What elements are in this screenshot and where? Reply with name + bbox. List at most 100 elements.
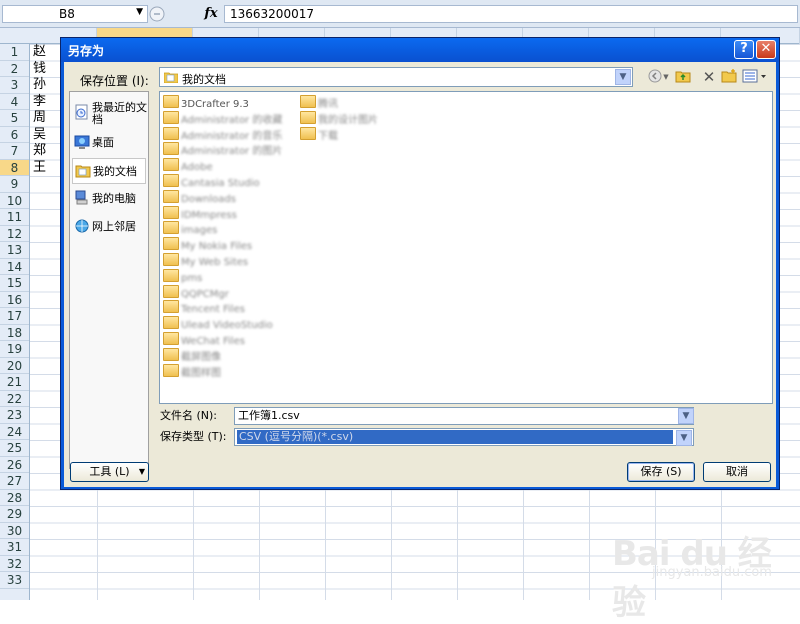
place-item[interactable]: 网上邻居 (72, 214, 146, 240)
row-header[interactable]: 11 (0, 209, 29, 226)
tools-button[interactable]: 工具 (L) ▼ (70, 462, 149, 482)
row-header[interactable]: 6 (0, 127, 29, 143)
folder-item[interactable]: My Web Sites (163, 253, 248, 268)
cell-a[interactable]: 周 (33, 110, 46, 126)
folder-item[interactable]: My Nokia Files (163, 237, 252, 252)
folder-item[interactable]: Adobe (163, 158, 213, 173)
name-box[interactable]: B8 ▼ (2, 5, 148, 23)
cell-a[interactable]: 赵 (33, 44, 46, 60)
row-header[interactable]: 1 (0, 44, 29, 61)
row-header[interactable]: 24 (0, 424, 29, 440)
folder-item[interactable]: 下载 (300, 126, 338, 142)
delete-icon[interactable]: ✕ (700, 68, 718, 86)
formula-input[interactable]: 13663200017 (224, 5, 798, 23)
row-header[interactable]: 27 (0, 473, 29, 490)
filetype-dropdown[interactable]: CSV (逗号分隔)(*.csv) ▼ (234, 428, 694, 446)
row-header[interactable]: 29 (0, 506, 29, 523)
row-header[interactable]: 15 (0, 275, 29, 292)
chevron-down-icon[interactable]: ▼ (615, 69, 631, 85)
folder-item[interactable]: Administrator 的音乐 (163, 126, 282, 142)
dropdown-arrow-icon[interactable]: ▼ (662, 68, 670, 86)
row-header[interactable]: 14 (0, 259, 29, 275)
cell-a[interactable]: 郑 (33, 143, 46, 159)
save-button[interactable]: 保存 (S) (627, 462, 695, 482)
cell-a[interactable]: 钱 (33, 61, 46, 77)
folder-name: Ulead VideoStudio (181, 320, 273, 332)
row-header[interactable]: 3 (0, 77, 29, 94)
folder-icon (163, 316, 179, 330)
folder-icon (163, 363, 179, 377)
folder-item[interactable]: pms (163, 268, 202, 284)
row-header[interactable]: 8 (0, 159, 29, 176)
views-menu-icon[interactable] (742, 68, 768, 86)
folder-item[interactable]: 截图样图 (163, 363, 221, 379)
up-folder-icon[interactable] (674, 68, 692, 86)
place-label: 我的文档 (93, 165, 137, 178)
folder-item[interactable]: Downloads (163, 189, 236, 205)
chevron-down-icon[interactable]: ▼ (676, 430, 692, 446)
row-header[interactable]: 30 (0, 523, 29, 539)
folder-name: Adobe (181, 162, 213, 174)
place-label: 我的电脑 (92, 192, 136, 205)
row-header[interactable]: 31 (0, 539, 29, 556)
row-header[interactable]: 9 (0, 176, 29, 193)
place-item[interactable]: 我的电脑 (72, 186, 146, 212)
place-item[interactable]: 桌面 (72, 130, 146, 156)
row-header[interactable]: 2 (0, 61, 29, 77)
row-header[interactable]: 17 (0, 308, 29, 325)
folder-item[interactable]: 腾讯 (300, 95, 338, 110)
chevron-down-icon[interactable]: ▼ (136, 7, 143, 17)
cell-a[interactable]: 吴 (33, 127, 46, 143)
row-header[interactable]: 12 (0, 226, 29, 242)
row-header[interactable]: 33 (0, 572, 29, 589)
row-header[interactable]: 13 (0, 242, 29, 259)
row-header[interactable]: 7 (0, 143, 29, 160)
row-header[interactable]: 26 (0, 457, 29, 473)
file-list[interactable]: 3DCrafter 9.3 Administrator 的收藏 Administra… (159, 91, 773, 404)
row-header[interactable]: 21 (0, 374, 29, 391)
save-in-dropdown[interactable]: 我的文档 ▼ (159, 67, 633, 87)
row-header[interactable]: 25 (0, 440, 29, 457)
new-folder-icon[interactable] (720, 68, 738, 86)
dialog-title-bar[interactable]: 另存为 ? ✕ (61, 38, 779, 62)
row-header[interactable]: 19 (0, 341, 29, 358)
folder-item[interactable]: images (163, 221, 217, 236)
row-header[interactable]: 23 (0, 407, 29, 424)
row-header[interactable]: 20 (0, 358, 29, 374)
folder-item[interactable]: IDMmpress (163, 205, 237, 221)
cell-a[interactable]: 孙 (33, 77, 46, 93)
folder-item[interactable]: Administrator 的图片 (163, 142, 282, 157)
folder-item[interactable]: 截屏图像 (163, 347, 221, 363)
folder-icon (163, 189, 179, 203)
cell-a[interactable]: 王 (33, 160, 46, 176)
insert-function-icon[interactable]: fx (200, 4, 222, 24)
folder-item[interactable]: Tencent Files (163, 300, 245, 315)
filename-input[interactable]: 工作簿1.csv (234, 407, 694, 425)
row-header[interactable]: 5 (0, 110, 29, 127)
row-header[interactable]: 4 (0, 94, 29, 110)
cancel-formula-icon[interactable] (148, 5, 166, 23)
cancel-button[interactable]: 取消 (703, 462, 771, 482)
folder-name: IDMmpress (181, 209, 237, 221)
folder-item[interactable]: QQPCMgr (163, 284, 229, 300)
row-header[interactable]: 32 (0, 556, 29, 572)
place-item[interactable]: 我的文档 (72, 158, 146, 184)
folder-item[interactable]: 3DCrafter 9.3 (163, 95, 249, 110)
chevron-down-icon[interactable]: ▼ (678, 408, 694, 424)
folder-item[interactable]: Administrator 的收藏 (163, 110, 282, 126)
row-header[interactable]: 28 (0, 490, 29, 506)
folder-item[interactable]: Cantasia Studio (163, 174, 260, 189)
place-item[interactable]: 我最近的文档 (72, 100, 147, 126)
cell-a[interactable]: 李 (33, 94, 46, 110)
close-button[interactable]: ✕ (756, 40, 776, 59)
row-header[interactable]: 10 (0, 193, 29, 209)
folder-icon (163, 332, 179, 345)
folder-item[interactable]: 我的设计图片 (300, 110, 378, 126)
row-header[interactable]: 18 (0, 325, 29, 341)
folder-item[interactable]: WeChat Files (163, 332, 245, 347)
row-header[interactable]: 22 (0, 391, 29, 407)
folder-item[interactable]: Ulead VideoStudio (163, 316, 273, 331)
help-button[interactable]: ? (734, 40, 754, 59)
row-header[interactable]: 16 (0, 292, 29, 308)
folder-name: 我的设计图片 (318, 114, 378, 126)
